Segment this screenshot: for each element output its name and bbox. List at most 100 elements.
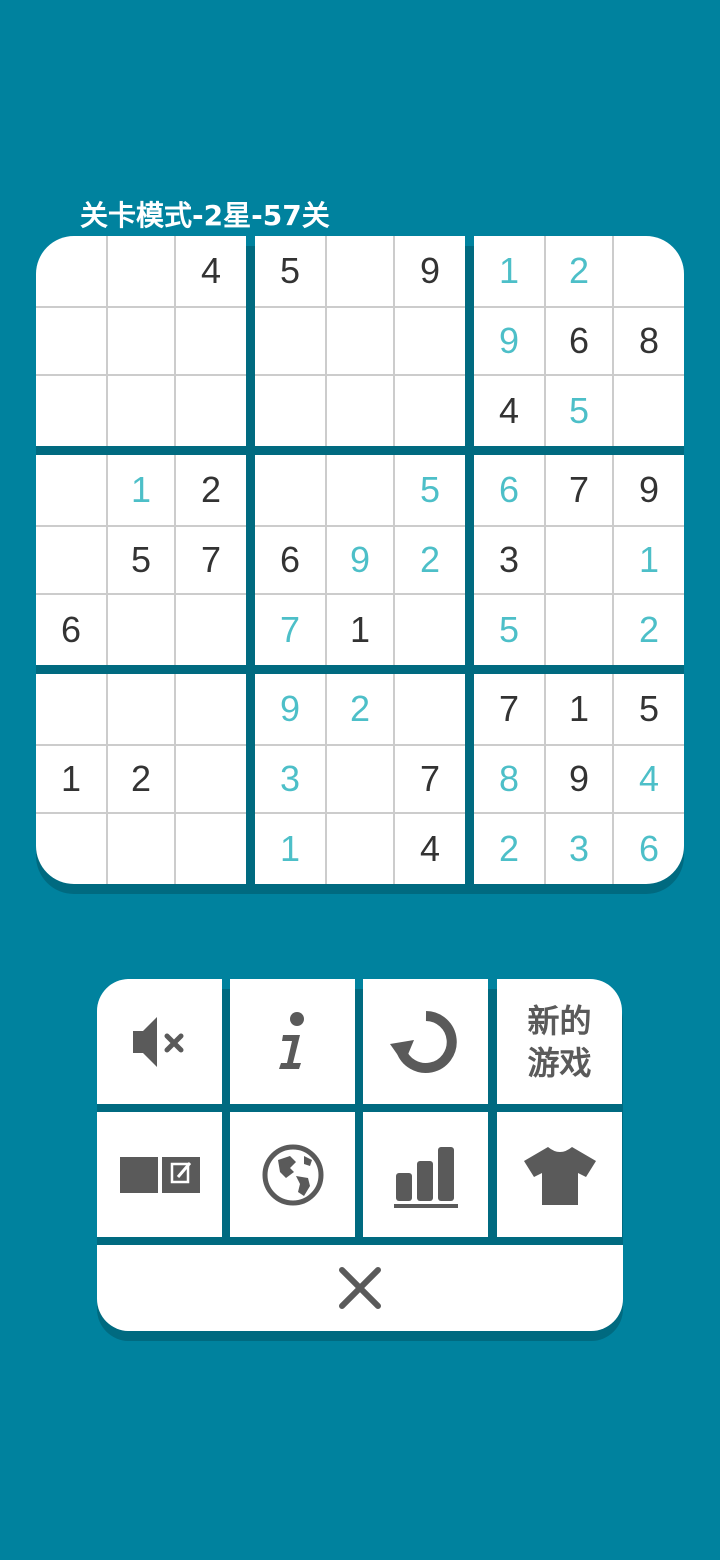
sudoku-cell[interactable]: 7 (544, 455, 614, 525)
notes-button[interactable] (97, 1112, 222, 1237)
sudoku-cell[interactable] (36, 814, 106, 884)
sudoku-cell[interactable]: 9 (395, 236, 465, 306)
sudoku-cell[interactable]: 5 (255, 236, 325, 306)
sudoku-cell[interactable] (614, 236, 684, 306)
sudoku-cell[interactable] (325, 455, 395, 525)
theme-button[interactable] (497, 1112, 622, 1237)
sudoku-cell[interactable] (36, 674, 106, 744)
language-button[interactable] (230, 1112, 355, 1237)
sudoku-cell[interactable]: 6 (255, 525, 325, 595)
sudoku-cell[interactable] (325, 376, 395, 446)
stats-button[interactable] (363, 1112, 488, 1237)
globe-icon (262, 1144, 323, 1205)
new-game-button[interactable]: 新的 游戏 (497, 979, 622, 1104)
sudoku-cell[interactable]: 4 (614, 744, 684, 814)
sudoku-cell[interactable]: 9 (255, 674, 325, 744)
sudoku-box: 4 (36, 236, 246, 446)
sudoku-cell[interactable]: 8 (614, 306, 684, 376)
sudoku-cell[interactable]: 6 (474, 455, 544, 525)
sudoku-cell[interactable]: 2 (325, 674, 395, 744)
sudoku-cell[interactable] (36, 455, 106, 525)
sudoku-cell[interactable] (36, 525, 106, 595)
sudoku-cell[interactable]: 3 (255, 744, 325, 814)
sudoku-cell[interactable] (395, 595, 465, 665)
sudoku-cell[interactable] (395, 306, 465, 376)
sudoku-cell[interactable]: 2 (106, 744, 176, 814)
sudoku-cell[interactable]: 1 (474, 236, 544, 306)
sudoku-cell[interactable]: 2 (544, 236, 614, 306)
sudoku-cell[interactable]: 7 (255, 595, 325, 665)
sudoku-cell[interactable]: 5 (106, 525, 176, 595)
sudoku-cell[interactable]: 1 (614, 525, 684, 595)
sudoku-cell[interactable]: 1 (255, 814, 325, 884)
sudoku-cell[interactable] (36, 306, 106, 376)
sudoku-cell[interactable] (325, 814, 395, 884)
sudoku-cell[interactable] (395, 674, 465, 744)
sudoku-cell[interactable] (176, 744, 246, 814)
restart-button[interactable] (363, 979, 488, 1104)
sudoku-cell[interactable]: 1 (106, 455, 176, 525)
sudoku-cell[interactable] (176, 376, 246, 446)
notes-icon (119, 1156, 200, 1193)
sudoku-cell[interactable]: 8 (474, 744, 544, 814)
sudoku-box: 715894236 (474, 674, 684, 884)
sudoku-cell[interactable] (544, 595, 614, 665)
sudoku-cell[interactable] (36, 236, 106, 306)
sudoku-cell[interactable]: 4 (176, 236, 246, 306)
sudoku-cell[interactable]: 6 (544, 306, 614, 376)
sudoku-cell[interactable] (106, 674, 176, 744)
sudoku-cell[interactable] (325, 306, 395, 376)
sudoku-cell[interactable] (106, 376, 176, 446)
sudoku-cell[interactable] (255, 306, 325, 376)
sudoku-cell[interactable]: 9 (614, 455, 684, 525)
sudoku-box: 1296845 (474, 236, 684, 446)
sudoku-cell[interactable]: 4 (474, 376, 544, 446)
sudoku-cell[interactable]: 7 (395, 744, 465, 814)
close-button[interactable] (97, 1245, 623, 1331)
sudoku-cell[interactable]: 5 (395, 455, 465, 525)
sudoku-cell[interactable]: 3 (474, 525, 544, 595)
sudoku-cell[interactable]: 5 (544, 376, 614, 446)
level-title: 关卡模式-2星-57关 (80, 199, 330, 232)
sudoku-cell[interactable]: 9 (325, 525, 395, 595)
sudoku-cell[interactable]: 3 (544, 814, 614, 884)
sudoku-cell[interactable]: 7 (176, 525, 246, 595)
sudoku-cell[interactable] (176, 814, 246, 884)
tshirt-icon (523, 1146, 596, 1205)
sudoku-cell[interactable]: 7 (474, 674, 544, 744)
sudoku-cell[interactable]: 1 (325, 595, 395, 665)
sudoku-cell[interactable]: 2 (474, 814, 544, 884)
sudoku-cell[interactable] (36, 376, 106, 446)
sudoku-cell[interactable] (395, 376, 465, 446)
sudoku-cell[interactable]: 4 (395, 814, 465, 884)
sudoku-cell[interactable]: 6 (36, 595, 106, 665)
sound-muted-icon (132, 1016, 183, 1067)
sudoku-cell[interactable]: 2 (176, 455, 246, 525)
sudoku-cell[interactable] (255, 455, 325, 525)
info-button[interactable] (230, 979, 355, 1104)
sudoku-cell[interactable]: 1 (36, 744, 106, 814)
sudoku-cell[interactable] (255, 376, 325, 446)
sudoku-cell[interactable]: 6 (614, 814, 684, 884)
sudoku-cell[interactable]: 5 (614, 674, 684, 744)
sudoku-cell[interactable] (176, 674, 246, 744)
sudoku-cell[interactable] (614, 376, 684, 446)
sudoku-cell[interactable]: 9 (544, 744, 614, 814)
sudoku-cell[interactable] (176, 595, 246, 665)
sudoku-cell[interactable] (106, 814, 176, 884)
sudoku-box: 6793152 (474, 455, 684, 665)
sudoku-cell[interactable] (106, 595, 176, 665)
sudoku-cell[interactable]: 5 (474, 595, 544, 665)
sudoku-cell[interactable] (325, 236, 395, 306)
sudoku-cell[interactable] (106, 306, 176, 376)
sudoku-cell[interactable] (176, 306, 246, 376)
mute-button[interactable] (97, 979, 222, 1104)
sudoku-cell[interactable] (325, 744, 395, 814)
sudoku-cell[interactable]: 2 (614, 595, 684, 665)
sudoku-cell[interactable]: 1 (544, 674, 614, 744)
sudoku-cell[interactable]: 9 (474, 306, 544, 376)
sudoku-cell[interactable] (544, 525, 614, 595)
sudoku-cell[interactable] (106, 236, 176, 306)
sudoku-cell[interactable]: 2 (395, 525, 465, 595)
info-icon (278, 1011, 304, 1069)
